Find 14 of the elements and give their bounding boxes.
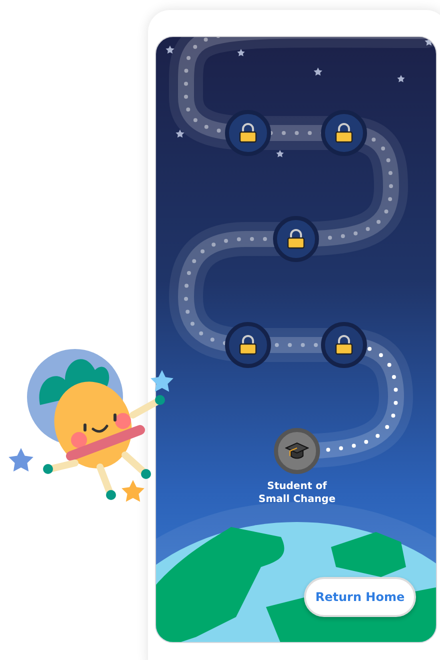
padlock-icon (239, 123, 257, 143)
level-node[interactable] (321, 322, 367, 368)
graduation-cap-icon (285, 441, 309, 461)
return-home-button[interactable]: Return Home (304, 577, 416, 617)
level-node[interactable] (225, 110, 271, 156)
padlock-icon (287, 229, 305, 249)
padlock-icon (335, 123, 353, 143)
padlock-icon (335, 335, 353, 355)
padlock-icon (239, 335, 257, 355)
level-node[interactable] (273, 216, 319, 262)
badge-node[interactable] (274, 428, 320, 474)
level-node[interactable] (225, 322, 271, 368)
badge-label: Student of Small Change (258, 481, 336, 506)
level-node[interactable] (321, 110, 367, 156)
